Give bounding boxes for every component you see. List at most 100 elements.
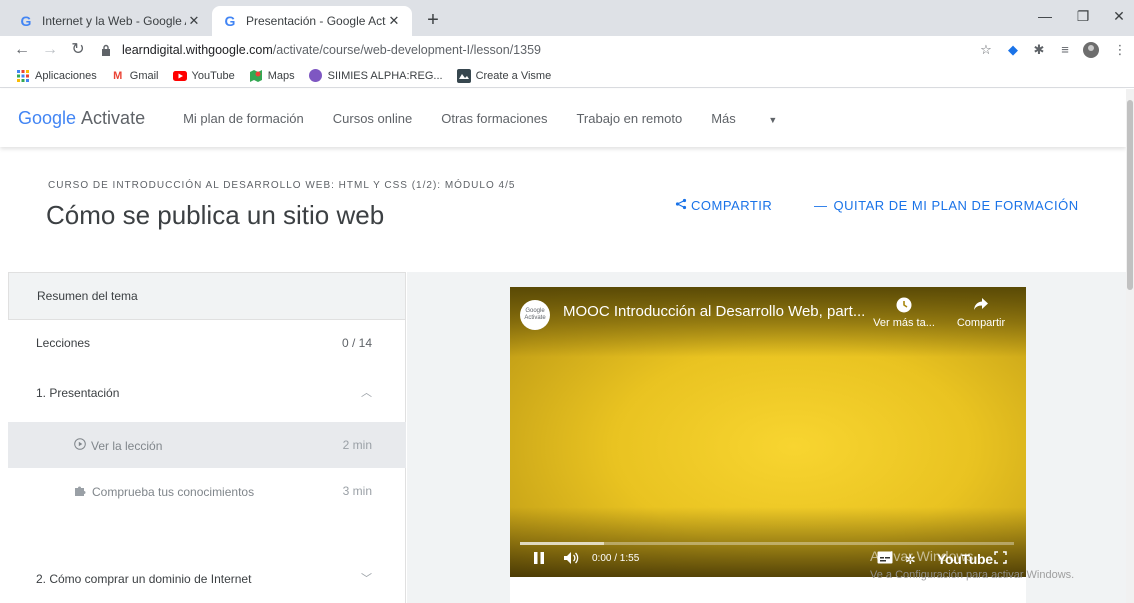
tab-close-button[interactable]: ✕ [186,13,202,29]
tab-title: Internet y la Web - Google Activa [42,14,186,28]
video-share-button[interactable]: Compartir [946,297,1016,329]
puzzle-icon [74,484,87,500]
remove-label: QUITAR DE MI PLAN DE FORMACIÓN [833,198,1079,213]
tab-title: Presentación - Google Activate [246,14,386,28]
youtube-icon [172,69,187,83]
topic-summary[interactable]: Resumen del tema [8,272,406,320]
reading-list-icon[interactable]: ≡ [1057,42,1073,58]
bookmark-label: Create a Visme [475,69,552,82]
channel-avatar[interactable]: Google Activate [520,300,550,330]
youtube-logo[interactable]: YouTube [937,551,993,567]
bookmark-siimies[interactable]: SIIMIES ALPHA:REG... [309,69,443,83]
nav-mi-plan[interactable]: Mi plan de formación [183,111,304,126]
section-comprar-dominio[interactable]: 2. Cómo comprar un dominio de Internet ﹀ [8,556,406,602]
subtitles-icon[interactable] [877,551,893,569]
section-label: 2. Cómo comprar un dominio de Internet [36,572,252,586]
nav-otras-formaciones[interactable]: Otras formaciones [441,111,547,126]
bookmark-apps[interactable]: Aplicaciones [16,69,97,83]
main-nav: Mi plan de formación Cursos online Otras… [183,111,835,126]
bookmark-youtube[interactable]: YouTube [172,69,235,83]
lesson-item-comprueba[interactable]: Comprueba tus conocimientos 3 min [8,468,406,514]
video-time: 0:00 / 1:55 [592,553,640,564]
address-bar[interactable]: learndigital.withgoogle.com /activate/co… [100,40,960,60]
bookmark-label: Maps [267,69,295,82]
lock-icon [100,44,112,56]
section-label: 1. Presentación [36,386,120,400]
section-presentacion[interactable]: 1. Presentación ︿ [8,370,406,416]
minimize-icon[interactable]: — [1030,8,1060,24]
caret-down-icon: ▼ [768,114,778,125]
lesson-item-text: Ver la lección [91,438,163,453]
tab-internet-web[interactable]: G Internet y la Web - Google Activa ✕ [8,6,212,36]
lesson-item-ver-leccion[interactable]: Ver la lección 2 min [8,422,406,468]
bookmark-label: SIIMIES ALPHA:REG... [327,69,443,82]
forward-icon[interactable]: → [40,40,60,60]
extension-cap-icon[interactable]: ◆ [1005,42,1021,58]
new-tab-button[interactable]: + [422,9,444,31]
chevron-up-icon: ︿ [361,387,372,399]
video-share-label: Compartir [956,317,1006,329]
lesson-item-label: Comprueba tus conocimientos [74,484,254,500]
lessons-count: 0 / 14 [341,336,372,350]
google-favicon-icon: G [224,13,236,29]
star-icon[interactable]: ☆ [978,42,994,58]
windows-activation-hint: Ve a Configuración para activar Windows. [870,569,1075,581]
play-circle-icon [74,438,86,453]
gmail-icon: M [113,69,123,82]
lessons-label: Lecciones [36,336,91,350]
tab-presentacion[interactable]: G Presentación - Google Activate ✕ [212,6,412,36]
settings-gear-icon[interactable]: ✲ [905,551,916,569]
chevron-down-icon: ﹀ [361,573,372,585]
logo-product: Activate [81,107,146,128]
close-window-icon[interactable]: ✕ [1104,8,1134,25]
lessons-row: Lecciones 0 / 14 [8,320,406,366]
video-title[interactable]: MOOC Introducción al Desarrollo Web, par… [563,303,865,320]
nav-cursos-online[interactable]: Cursos online [333,111,413,126]
url-path: /activate/course/web-development-I/lesso… [272,43,541,57]
progress-loaded [520,542,604,545]
volume-icon[interactable] [563,551,579,569]
pause-icon[interactable] [533,551,545,569]
menu-dots-icon[interactable]: ⋮ [1112,42,1128,58]
visme-icon [456,68,471,83]
nav-mas-label: Más [711,110,736,126]
share-arrow-icon [946,297,1016,317]
share-button[interactable]: COMPARTIR [675,198,772,213]
lesson-sidebar: Resumen del tema Lecciones 0 / 14 1. Pre… [8,272,406,603]
page-title: Cómo se publica un sitio web [46,200,385,230]
lesson-item-text: Comprueba tus conocimientos [92,485,255,499]
nav-trabajo-remoto[interactable]: Trabajo en remoto [576,111,682,126]
site-header: Google Activate Mi plan de formación Cur… [0,89,1126,147]
bookmark-gmail[interactable]: M Gmail [111,69,159,83]
fullscreen-icon[interactable] [994,551,1007,569]
lesson-item-duration: 3 min [342,484,372,498]
share-icon [675,198,687,213]
remove-from-plan-button[interactable]: — QUITAR DE MI PLAN DE FORMACIÓN [814,198,1079,213]
lesson-item-duration: 2 min [342,438,372,452]
apps-grid-icon [16,69,30,83]
lesson-item-label: Ver la lección [74,438,162,453]
circle-bookmark-icon [309,69,323,83]
bookmarks-bar: Aplicaciones M Gmail YouTube Maps SIIMIE… [0,64,1134,88]
watch-later-button[interactable]: Ver más ta... [869,297,939,329]
extensions-puzzle-icon[interactable]: ✱ [1031,42,1047,58]
bookmark-label: Gmail [129,69,159,82]
clock-icon [869,297,939,317]
bookmark-maps[interactable]: Maps [249,69,295,83]
google-activate-logo[interactable]: Google Activate [18,108,145,129]
bookmark-label: YouTube [191,69,235,82]
share-label: COMPARTIR [691,198,773,213]
back-icon[interactable]: ← [12,40,32,60]
avatar[interactable] [1083,42,1099,58]
nav-mas[interactable]: Más ▼ [711,111,806,126]
breadcrumb: CURSO DE INTRODUCCIÓN AL DESARROLLO WEB:… [48,180,516,191]
minus-icon: — [814,198,828,213]
maps-icon [249,69,263,83]
reload-icon[interactable]: ↻ [68,40,88,60]
restore-icon[interactable]: ❐ [1068,8,1098,25]
bookmark-visme[interactable]: Create a Visme [456,68,552,83]
scrollbar-thumb[interactable] [1127,100,1133,290]
tab-close-button[interactable]: ✕ [386,13,402,29]
watch-later-label: Ver más ta... [873,317,935,329]
bookmark-label: Aplicaciones [35,69,97,82]
